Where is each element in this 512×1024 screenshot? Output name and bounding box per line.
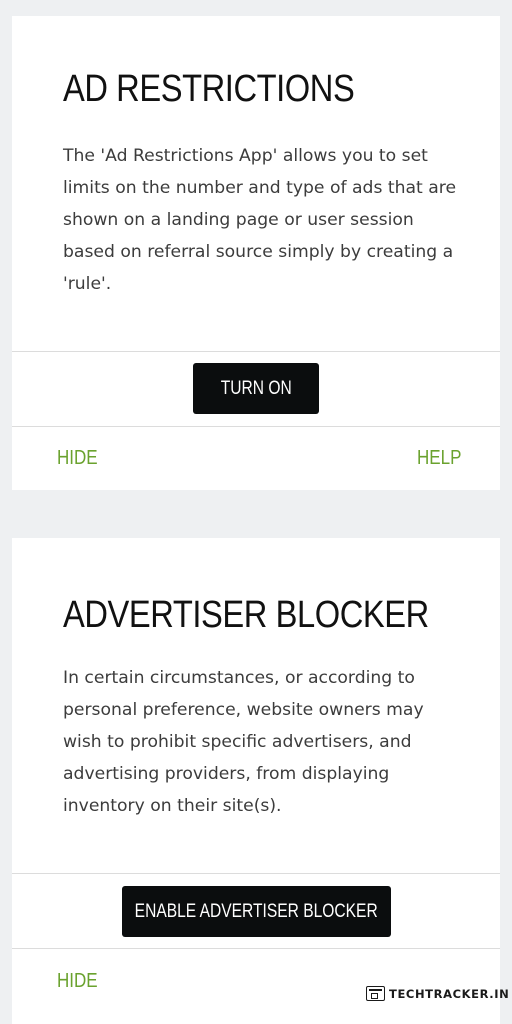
card-description: In certain circumstances, or according t… — [63, 668, 424, 816]
hide-link-label: HIDE — [57, 970, 98, 992]
watermark: TECHTRACKER.IN — [366, 986, 509, 1001]
enable-advertiser-blocker-button[interactable]: ENABLE ADVERTISER BLOCKER — [122, 886, 391, 937]
advertiser-blocker-card: ADVERTISER BLOCKER In certain circumstan… — [12, 538, 500, 1024]
help-link-label: HELP — [417, 447, 462, 469]
hide-link[interactable]: HIDE — [57, 970, 105, 993]
card-title: AD RESTRICTIONS — [63, 68, 355, 110]
divider — [12, 873, 500, 874]
divider — [12, 351, 500, 352]
enable-advertiser-blocker-label: ENABLE ADVERTISER BLOCKER — [134, 900, 379, 922]
divider — [12, 948, 500, 949]
help-link[interactable]: HELP — [417, 447, 469, 470]
browser-window-icon — [366, 986, 385, 1001]
watermark-text: TECHTRACKER.IN — [389, 986, 510, 1001]
turn-on-button[interactable]: TURN ON — [193, 363, 319, 414]
ad-restrictions-card: AD RESTRICTIONS The 'Ad Restrictions App… — [12, 16, 500, 490]
hide-link-label: HIDE — [57, 447, 98, 469]
turn-on-button-label: TURN ON — [220, 377, 292, 399]
divider — [12, 426, 500, 427]
hide-link[interactable]: HIDE — [57, 447, 105, 470]
card-title: ADVERTISER BLOCKER — [63, 594, 429, 636]
card-description: The 'Ad Restrictions App' allows you to … — [63, 146, 457, 294]
